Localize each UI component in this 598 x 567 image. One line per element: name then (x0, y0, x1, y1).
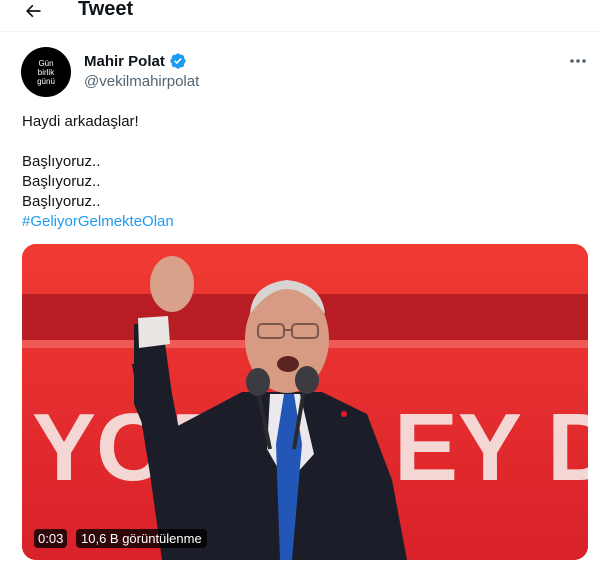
header-divider (0, 31, 598, 32)
avatar-text-line: birlik (37, 67, 55, 77)
tweet-text-line: Başlıyoruz.. (22, 173, 101, 190)
avatar[interactable]: Gün birlik günü (21, 47, 71, 97)
tweet-text-line: Başlıyoruz.. (22, 153, 101, 170)
arrow-left-icon (26, 4, 41, 18)
tweet-page: Tweet Gün birlik günü Mahir Polat @vekil… (0, 0, 598, 567)
page-title: Tweet (78, 0, 134, 20)
verified-badge-icon (170, 53, 186, 69)
top-bar: Tweet (0, 0, 598, 26)
video-views-badge: 10,6 B görüntülenme (76, 529, 207, 548)
background-letters: EY D (394, 394, 588, 501)
video-player[interactable]: YOR EY D (22, 244, 588, 560)
more-horizontal-icon (570, 59, 586, 63)
author-name: Mahir Polat (84, 52, 165, 70)
video-time-badge: 0:03 (34, 529, 68, 548)
avatar-text-line: günü (37, 76, 55, 86)
author-name-link[interactable]: Mahir Polat (84, 52, 187, 70)
author-handle[interactable]: @vekilmahirpolat (84, 73, 199, 90)
tweet-text-line: Başlıyoruz.. (22, 193, 101, 210)
back-button[interactable] (18, 0, 48, 25)
tweet-text-line: Haydi arkadaşlar! (22, 113, 139, 130)
hashtag-link[interactable]: #GeliyorGelmekteOlan (22, 212, 174, 232)
video-frame: YOR EY D (22, 244, 588, 560)
more-options-button[interactable] (565, 52, 591, 70)
avatar-text-line: Gün (38, 58, 54, 68)
